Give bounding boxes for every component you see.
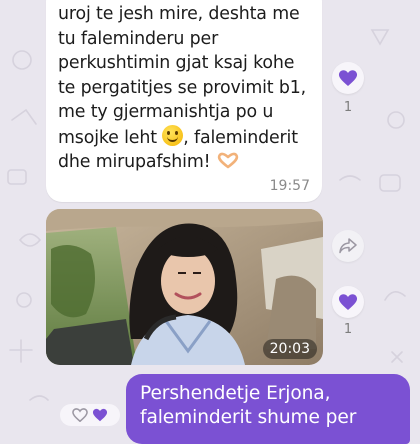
message-line: perkushtimin gjat ksaj kohe	[58, 53, 295, 73]
forward-button[interactable]	[332, 230, 364, 262]
image-timestamp: 20:03	[262, 339, 317, 359]
heart-icon	[338, 70, 358, 86]
reaction-heart-button[interactable]	[332, 286, 364, 318]
smiling-face-icon	[162, 124, 184, 146]
reaction-count: 1	[343, 322, 353, 337]
message-line: Pershendetje Erjona,	[140, 383, 331, 404]
message-fragment: msojke leht	[58, 127, 157, 148]
message-line: te pergatitjes se provimit b1,	[58, 77, 307, 98]
heart-icon	[338, 294, 358, 310]
message-line-with-emoji: msojke leht , faleminderit	[58, 124, 320, 151]
reaction-count: 1	[343, 100, 353, 115]
message-line: faleminderit shume per	[140, 407, 357, 428]
incoming-message-bubble[interactable]: uroj te jesh mire, deshta me tu falemind…	[46, 0, 322, 202]
message-fragment: , faleminderit	[183, 127, 298, 148]
message-timestamp: 19:57	[269, 178, 310, 194]
message-line: me ty gjermanishtja po u	[58, 102, 274, 122]
share-forward-icon	[339, 238, 357, 254]
message-line-with-emoji: dhe mirupafshim!	[58, 150, 320, 175]
message-line: tu faleminderu per	[58, 28, 219, 49]
message-line: uroj te jesh mire, deshta me	[58, 4, 300, 24]
reaction-heart-button[interactable]	[332, 62, 364, 94]
heart-hands-icon	[217, 152, 239, 169]
outgoing-reaction-bar[interactable]	[60, 404, 120, 426]
message-fragment: dhe mirupafshim!	[58, 152, 211, 172]
image-message[interactable]: 20:03	[46, 209, 323, 365]
outgoing-message-text: Pershendetje Erjona, faleminderit shume …	[140, 382, 356, 430]
incoming-message-text: uroj te jesh mire, deshta me tu falemind…	[58, 2, 320, 175]
outgoing-message-bubble[interactable]: Pershendetje Erjona, faleminderit shume …	[126, 374, 410, 444]
